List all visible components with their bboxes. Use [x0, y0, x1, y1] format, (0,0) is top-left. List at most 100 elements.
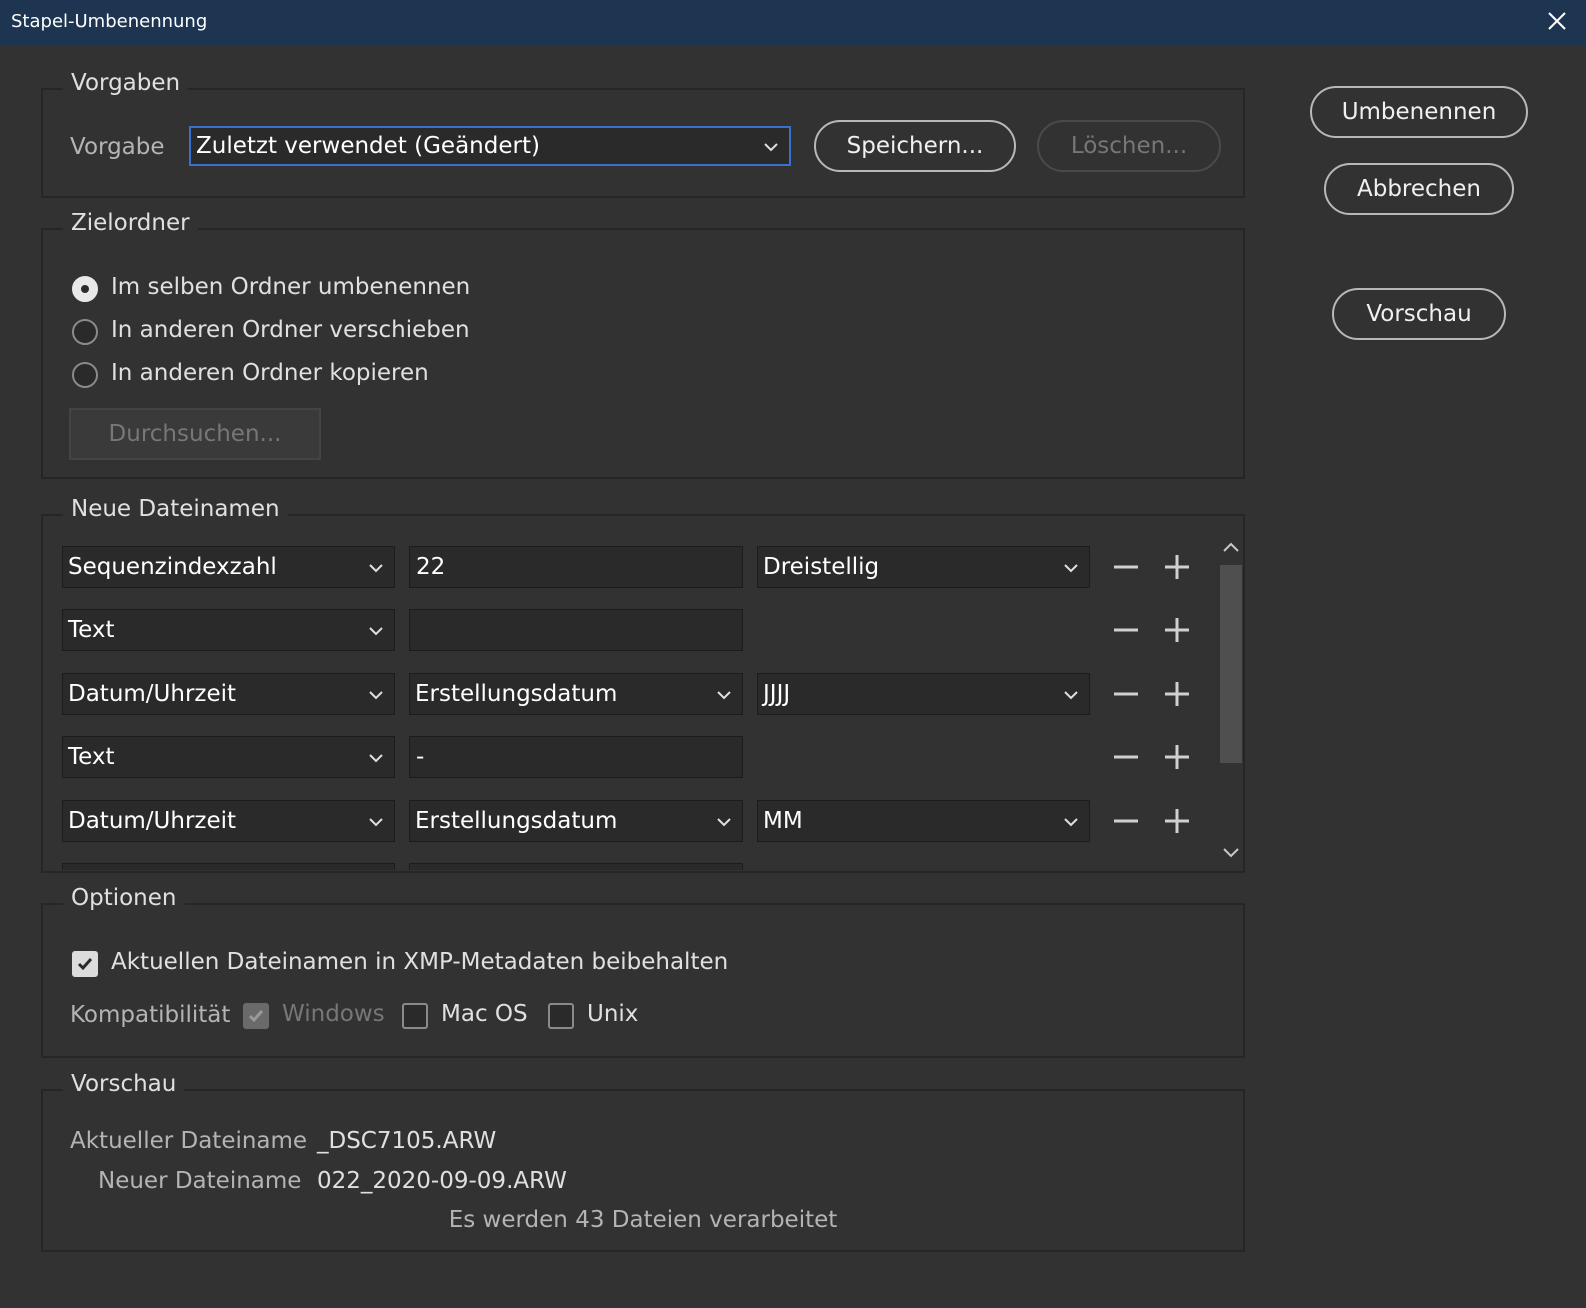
chevron-down-icon: [369, 691, 383, 700]
row6-source-select[interactable]: [409, 863, 743, 870]
preview-legend: Vorschau: [63, 1071, 185, 1097]
row2-type-select[interactable]: Text: [62, 609, 395, 651]
keep-xmp-label: Aktuellen Dateinamen in XMP-Metadaten be…: [111, 949, 729, 975]
minus-icon[interactable]: [1112, 680, 1140, 708]
row3-type-value: Datum/Uhrzeit: [68, 681, 237, 707]
row1-format-select[interactable]: Dreistellig: [757, 546, 1090, 588]
plus-icon[interactable]: [1163, 807, 1191, 835]
checkmark-icon: [77, 958, 93, 971]
chevron-down-icon: [369, 627, 383, 636]
chevron-down-icon: [717, 818, 731, 827]
filename-rows: Sequenzindexzahl 22 Dreistellig Text Dat…: [43, 530, 1217, 870]
radio-same-folder[interactable]: Im selben Ordner umbenennen: [72, 274, 492, 305]
macos-label: Mac OS: [441, 1001, 528, 1027]
chevron-down-icon: [1064, 564, 1078, 573]
row2-type-value: Text: [68, 617, 115, 643]
radio-copy-folder[interactable]: In anderen Ordner kopieren: [72, 360, 492, 391]
chevron-down-icon: [1064, 818, 1078, 827]
checkmark-icon: [248, 1010, 264, 1023]
row4-value-input[interactable]: -: [409, 736, 743, 778]
row5-type-select[interactable]: Datum/Uhrzeit: [62, 800, 395, 842]
minus-icon[interactable]: [1112, 616, 1140, 644]
target-legend: Zielordner: [63, 210, 198, 236]
radio-button[interactable]: [72, 276, 98, 302]
delete-preset-button[interactable]: Löschen...: [1037, 120, 1221, 172]
save-preset-button[interactable]: Speichern...: [814, 120, 1016, 172]
row3-format-select[interactable]: JJJJ: [757, 673, 1090, 715]
chevron-down-icon: [369, 564, 383, 573]
target-folder-panel: Zielordner Im selben Ordner umbenennen I…: [41, 210, 1245, 479]
macos-checkbox[interactable]: [402, 1003, 428, 1029]
chevron-down-icon: [764, 143, 778, 152]
minus-icon[interactable]: [1112, 743, 1140, 771]
window-title: Stapel-Umbenennung: [11, 11, 208, 32]
windows-checkbox[interactable]: [243, 1003, 269, 1029]
radio-button[interactable]: [72, 319, 98, 345]
current-filename-label: Aktueller Dateiname: [70, 1128, 308, 1154]
row5-format-value: MM: [763, 808, 803, 834]
row4-type-value: Text: [68, 744, 115, 770]
compat-windows-row[interactable]: Windows: [243, 1001, 385, 1032]
compat-macos-row[interactable]: Mac OS: [402, 1001, 532, 1032]
title-bar: Stapel-Umbenennung: [0, 0, 1586, 45]
compat-label: Kompatibilität: [70, 1002, 231, 1028]
row3-source-select[interactable]: Erstellungsdatum: [409, 673, 743, 715]
plus-icon[interactable]: [1163, 553, 1191, 581]
radio-move-folder[interactable]: In anderen Ordner verschieben: [72, 317, 492, 348]
presets-panel: Vorgaben Vorgabe Zuletzt verwendet (Geän…: [41, 70, 1245, 198]
preview-panel: Vorschau Aktueller Dateiname _DSC7105.AR…: [41, 1071, 1245, 1252]
options-panel: Optionen Aktuellen Dateinamen in XMP-Met…: [41, 885, 1245, 1058]
unix-label: Unix: [587, 1001, 639, 1027]
windows-label: Windows: [282, 1001, 385, 1027]
preview-button[interactable]: Vorschau: [1332, 288, 1506, 340]
row3-source-value: Erstellungsdatum: [415, 681, 618, 707]
new-filename-label: Neuer Dateiname: [98, 1168, 302, 1194]
keep-xmp-checkbox-row[interactable]: Aktuellen Dateinamen in XMP-Metadaten be…: [72, 949, 728, 980]
chevron-down-icon: [1064, 691, 1078, 700]
rename-button[interactable]: Umbenennen: [1310, 86, 1528, 138]
browse-button[interactable]: Durchsuchen...: [69, 408, 321, 460]
row4-type-select[interactable]: Text: [62, 736, 395, 778]
new-filename-value: 022_2020-09-09.ARW: [317, 1168, 567, 1194]
filenames-legend: Neue Dateinamen: [63, 496, 288, 522]
row5-source-select[interactable]: Erstellungsdatum: [409, 800, 743, 842]
radio-label: In anderen Ordner verschieben: [111, 317, 470, 343]
row5-source-value: Erstellungsdatum: [415, 808, 618, 834]
scroll-down-icon[interactable]: [1221, 846, 1241, 860]
preset-select-value: Zuletzt verwendet (Geändert): [196, 133, 540, 159]
compat-unix-row[interactable]: Unix: [548, 1001, 648, 1032]
chevron-down-icon: [369, 818, 383, 827]
plus-icon[interactable]: [1163, 743, 1191, 771]
row5-format-select[interactable]: MM: [757, 800, 1090, 842]
row1-type-value: Sequenzindexzahl: [68, 554, 277, 580]
minus-icon[interactable]: [1112, 807, 1140, 835]
row4-value-text: -: [416, 744, 425, 770]
plus-icon[interactable]: [1163, 616, 1191, 644]
keep-xmp-checkbox[interactable]: [72, 951, 98, 977]
row3-type-select[interactable]: Datum/Uhrzeit: [62, 673, 395, 715]
row1-value-input[interactable]: 22: [409, 546, 743, 588]
scroll-up-icon[interactable]: [1221, 540, 1241, 554]
cancel-button[interactable]: Abbrechen: [1324, 163, 1514, 215]
chevron-down-icon: [369, 754, 383, 763]
unix-checkbox[interactable]: [548, 1003, 574, 1029]
row3-format-value: JJJJ: [763, 681, 791, 707]
preset-label: Vorgabe: [70, 134, 165, 160]
radio-label: Im selben Ordner umbenennen: [111, 274, 471, 300]
row1-format-value: Dreistellig: [763, 554, 880, 580]
row1-type-select[interactable]: Sequenzindexzahl: [62, 546, 395, 588]
chevron-down-icon: [717, 691, 731, 700]
close-icon[interactable]: [1544, 8, 1570, 34]
plus-icon[interactable]: [1163, 680, 1191, 708]
radio-label: In anderen Ordner kopieren: [111, 360, 429, 386]
presets-legend: Vorgaben: [63, 70, 189, 96]
row6-type-select[interactable]: [62, 863, 395, 870]
minus-icon[interactable]: [1112, 553, 1140, 581]
row5-type-value: Datum/Uhrzeit: [68, 808, 237, 834]
row2-value-input[interactable]: [409, 609, 743, 651]
preset-select[interactable]: Zuletzt verwendet (Geändert): [189, 126, 791, 166]
scrollbar-thumb[interactable]: [1220, 565, 1242, 763]
files-summary: Es werden 43 Dateien verarbeitet: [448, 1207, 838, 1233]
radio-button[interactable]: [72, 362, 98, 388]
current-filename-value: _DSC7105.ARW: [317, 1128, 497, 1154]
